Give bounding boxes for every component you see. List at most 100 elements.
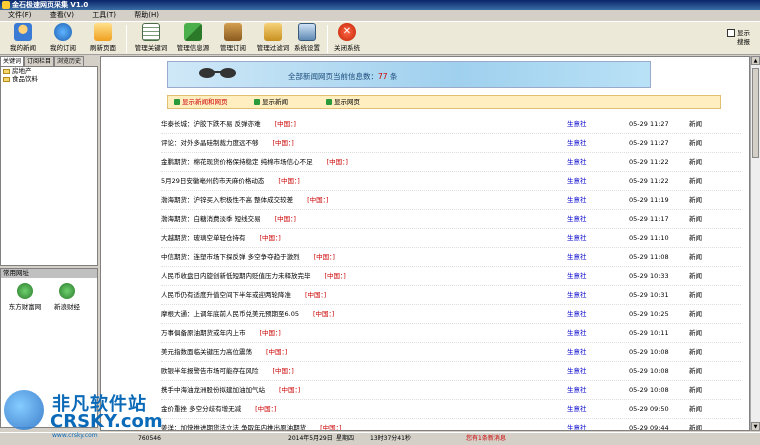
filter-bar: 显示新闻和网页 显示新闻 显示网页 — [167, 95, 721, 109]
news-time: 05-29 11:19 — [629, 196, 669, 204]
tab-history[interactable]: 浏览历史 — [54, 56, 85, 66]
news-time: 05-29 10:11 — [629, 329, 669, 337]
news-row[interactable]: 万事俱备原油期货或年内上市 [中国：] 生意社 05-29 10:11 新闻 — [161, 324, 741, 343]
vertical-scrollbar[interactable]: ▲ ▼ — [750, 56, 760, 431]
news-source[interactable]: 生意社 — [567, 229, 587, 248]
system-settings-button[interactable]: 系统设置 — [290, 23, 324, 54]
news-row[interactable]: 华泰长城：沪胶下跌不易 反弹亦难 [中国：] 生意社 05-29 11:27 新闻 — [161, 115, 741, 134]
news-row[interactable]: 评论：对外多晶硅制裁力度远不够 [中国：] 生意社 05-29 11:27 新闻 — [161, 134, 741, 153]
news-title[interactable]: 人民币收盘日内旋创新低短期内贬值压力未释放完毕 [中国：] — [161, 267, 346, 286]
menu-view[interactable]: 查看(V) — [42, 10, 82, 21]
scroll-down-icon[interactable]: ▼ — [751, 422, 760, 431]
news-source[interactable]: 生意社 — [567, 191, 587, 210]
manage-keywords-button[interactable]: 管理关键词 — [130, 23, 172, 54]
news-category: 新闻 — [689, 291, 702, 299]
computer-icon — [298, 23, 316, 41]
my-news-button[interactable]: 我的新闻 — [6, 23, 40, 54]
news-title[interactable]: 华泰长城：沪胶下跌不易 反弹亦难 [中国：] — [161, 115, 296, 134]
news-source[interactable]: 生意社 — [567, 324, 587, 343]
news-source[interactable]: 生意社 — [567, 115, 587, 134]
news-category: 新闻 — [689, 177, 702, 185]
news-region-tag: [中国：] — [274, 120, 296, 128]
news-source[interactable]: 生意社 — [567, 286, 587, 305]
news-row[interactable]: 摩根大通：上调年底前人民币兑美元预期至6.05 [中国：] 生意社 05-29 10:… — [161, 305, 741, 324]
filter-news-and-pages[interactable]: 显示新闻和网页 — [174, 98, 228, 107]
news-category: 新闻 — [689, 424, 702, 431]
news-title[interactable]: 摩根大通：上调年底前人民币兑美元预期至6.05 [中国：] — [161, 305, 334, 324]
manage-subscriptions-button[interactable]: 管理订阅 — [214, 23, 252, 54]
news-source[interactable]: 生意社 — [567, 210, 587, 229]
news-source[interactable]: 生意社 — [567, 134, 587, 153]
news-row[interactable]: 中信期货：连塑市场下探反弹 多空争夺趋于激烈 [中国：] 生意社 05-29 11:0… — [161, 248, 741, 267]
tree-item-food[interactable]: 食品饮料 — [1, 75, 97, 83]
news-title[interactable]: 美元指数面临关键压力高位震荡 [中国：] — [161, 343, 287, 362]
fav-eastmoney[interactable]: 东方财富网 — [5, 283, 45, 311]
menu-help[interactable]: 帮助(H) — [126, 10, 167, 21]
news-title[interactable]: 万事俱备原油期货或年内上市 [中国：] — [161, 324, 281, 343]
news-title[interactable]: 大越期货：玻璃空单轻仓持有 [中国：] — [161, 229, 281, 248]
filter-news[interactable]: 显示新闻 — [254, 98, 288, 107]
news-title[interactable]: 渤海期货：沪锌买入积极性不高 整体成交较差 [中国：] — [161, 191, 328, 210]
globe-icon — [17, 283, 33, 299]
news-title[interactable]: 渤海期货：白糖消费淡季 短线交易 [中国：] — [161, 210, 296, 229]
news-row[interactable]: 渤海期货：沪锌买入积极性不高 整体成交较差 [中国：] 生意社 05-29 11:19… — [161, 191, 741, 210]
news-source[interactable]: 生意社 — [567, 400, 587, 419]
menu-tools[interactable]: 工具(T) — [84, 10, 124, 21]
manage-filter-words-button[interactable]: 管理过滤词 — [252, 23, 294, 54]
news-row[interactable]: 人民币仍有适度升值空间下半年或迎两轮降准 [中国：] 生意社 05-29 10:31 新… — [161, 286, 741, 305]
filter-pages[interactable]: 显示网页 — [326, 98, 360, 107]
news-count: 全部新闻网页当前信息数：77 条 — [288, 72, 398, 81]
news-row[interactable]: 金鹏期货：棉花现货价格保持稳定 纯棉市场信心不足 [中国：] 生意社 05-29 11… — [161, 153, 741, 172]
news-region-tag: [中国：] — [272, 367, 294, 375]
status-weekday: 星期四 — [336, 435, 355, 442]
tab-keywords[interactable]: 关键词 — [0, 56, 25, 66]
news-row[interactable]: 人民币收盘日内旋创新低短期内贬值压力未释放完毕 [中国：] 生意社 05-29 10:… — [161, 267, 741, 286]
show-icon — [174, 99, 180, 105]
fav-sina-finance[interactable]: 新浪财经 — [47, 283, 87, 311]
refresh-page-button[interactable]: 刷新页面 — [86, 23, 120, 54]
news-title[interactable]: 5月29日安徽亳州药市天麻价格动态 [中国：] — [161, 172, 300, 191]
news-row[interactable]: 大越期货：玻璃空单轻仓持有 [中国：] 生意社 05-29 11:10 新闻 — [161, 229, 741, 248]
news-title[interactable]: 金鹏期货：棉花现货价格保持稳定 纯棉市场信心不足 [中国：] — [161, 153, 348, 172]
news-region-tag: [中国：] — [272, 139, 294, 147]
status-message[interactable]: 您有1条新消息 — [466, 434, 506, 444]
scroll-thumb[interactable] — [752, 68, 759, 158]
news-source[interactable]: 生意社 — [567, 343, 587, 362]
close-system-button[interactable]: ✕ 关闭系统 — [330, 23, 364, 54]
refresh-globe-icon — [54, 23, 72, 41]
news-source[interactable]: 生意社 — [567, 362, 587, 381]
news-region-tag: [中国：] — [259, 234, 281, 242]
news-category: 新闻 — [689, 253, 702, 261]
globe-icon — [59, 283, 75, 299]
tab-subscriptions[interactable]: 订阅栏目 — [24, 56, 55, 66]
news-time: 05-29 10:25 — [629, 310, 669, 318]
news-category: 新闻 — [689, 386, 702, 394]
news-region-tag: [中国：] — [279, 386, 301, 394]
my-subscription-button[interactable]: 我的订阅 — [46, 23, 80, 54]
news-time: 05-29 11:27 — [629, 120, 669, 128]
news-time: 05-29 10:08 — [629, 367, 669, 375]
news-source[interactable]: 生意社 — [567, 381, 587, 400]
show-search-checkbox[interactable] — [727, 29, 735, 37]
scroll-up-icon[interactable]: ▲ — [751, 56, 760, 65]
news-title[interactable]: 人民币仍有适度升值空间下半年或迎两轮降准 [中国：] — [161, 286, 326, 305]
news-source[interactable]: 生意社 — [567, 172, 587, 191]
news-row[interactable]: 欧银半年报警告市场可能存在风险 [中国：] 生意社 05-29 10:08 新闻 — [161, 362, 741, 381]
folder-filter-icon — [264, 23, 282, 41]
news-source[interactable]: 生意社 — [567, 267, 587, 286]
news-row[interactable]: 美元指数面临关键压力高位震荡 [中国：] 生意社 05-29 10:08 新闻 — [161, 343, 741, 362]
news-row[interactable]: 5月29日安徽亳州药市天麻价格动态 [中国：] 生意社 05-29 11:22 新闻 — [161, 172, 741, 191]
tree-item-real-estate[interactable]: 房地产 — [1, 67, 97, 75]
news-source[interactable]: 生意社 — [567, 305, 587, 324]
news-source[interactable]: 生意社 — [567, 153, 587, 172]
news-source[interactable]: 生意社 — [567, 419, 587, 430]
news-title[interactable]: 中信期货：连塑市场下探反弹 多空争夺趋于激烈 [中国：] — [161, 248, 335, 267]
show-icon — [254, 99, 260, 105]
news-title[interactable]: 评论：对外多晶硅制裁力度远不够 [中国：] — [161, 134, 294, 153]
news-source[interactable]: 生意社 — [567, 248, 587, 267]
news-title[interactable]: 欧银半年报警告市场可能存在风险 [中国：] — [161, 362, 294, 381]
show-search-toggle[interactable]: 显示搜报 — [727, 29, 755, 47]
news-row[interactable]: 渤海期货：白糖消费淡季 短线交易 [中国：] 生意社 05-29 11:17 新闻 — [161, 210, 741, 229]
manage-sources-button[interactable]: 管理信息源 — [172, 23, 214, 54]
menu-file[interactable]: 文件(F) — [0, 10, 40, 21]
